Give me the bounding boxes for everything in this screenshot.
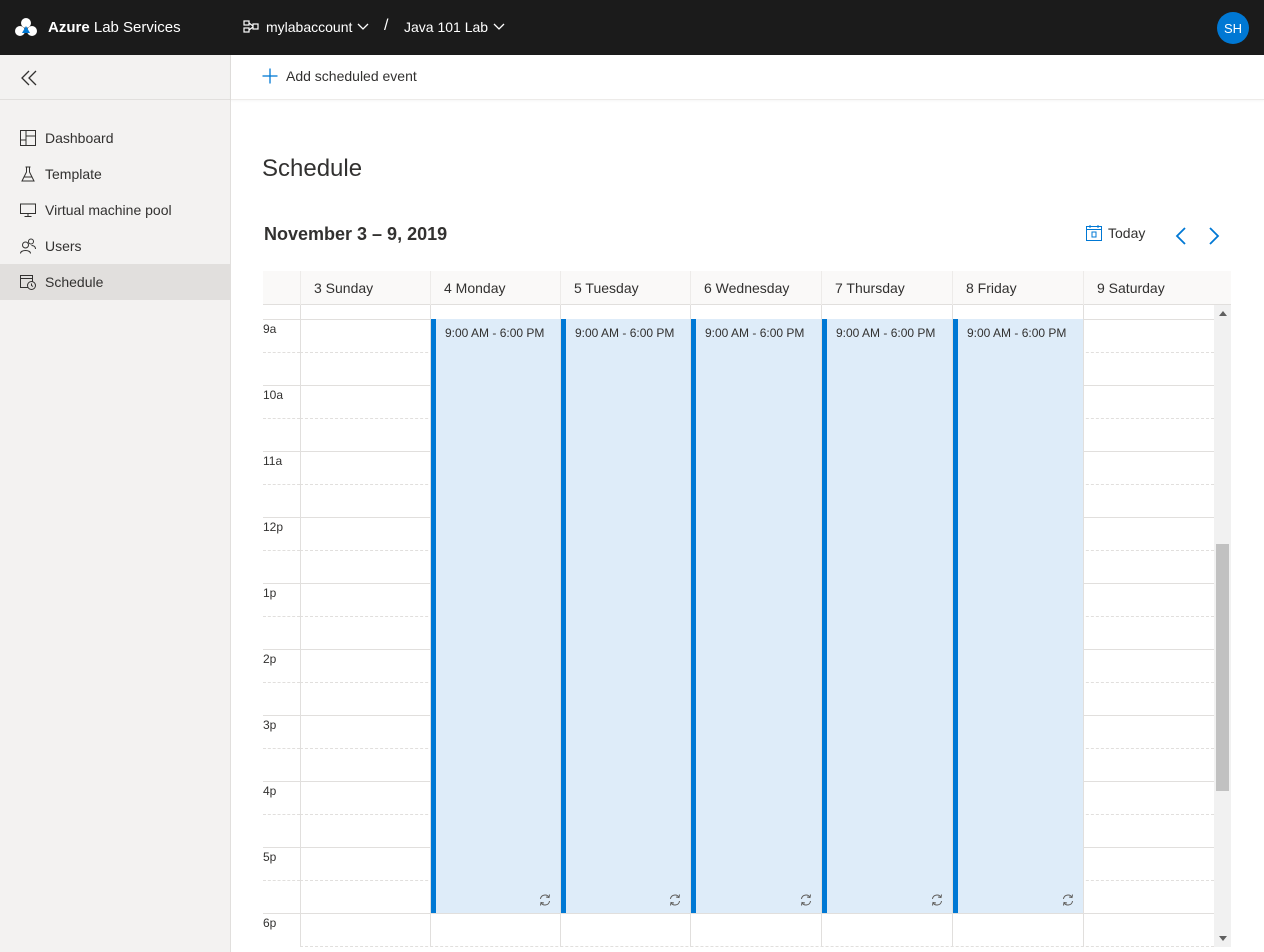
hour-label: 10a [263, 388, 284, 402]
today-button[interactable]: Today [1086, 225, 1145, 241]
event-time: 9:00 AM - 6:00 PM [836, 326, 936, 340]
users-icon [20, 238, 36, 254]
user-avatar[interactable]: SH [1217, 12, 1249, 44]
sidebar-item-dashboard[interactable]: Dashboard [0, 120, 231, 156]
calendar-grid[interactable]: 9a 10a 11a 12p 1p 2p 3p 4p 5p 6p 9:00 AM… [263, 305, 1231, 947]
half-hour-line [263, 418, 300, 419]
week-range: November 3 – 9, 2019 [264, 224, 448, 244]
day-header-thursday: 7 Thursday [821, 271, 952, 305]
command-bar: Add scheduled event [231, 55, 1264, 100]
event-friday[interactable]: 9:00 AM - 6:00 PM [953, 319, 1083, 913]
event-time: 9:00 AM - 6:00 PM [445, 326, 545, 340]
today-label: Today [1108, 225, 1146, 241]
event-monday[interactable]: 9:00 AM - 6:00 PM [431, 319, 560, 913]
half-hour-line [263, 748, 300, 749]
sidebar-item-schedule[interactable]: Schedule [0, 264, 231, 300]
column-line [300, 305, 301, 947]
hour-label: 9a [263, 322, 277, 336]
day-header-tuesday: 5 Tuesday [560, 271, 690, 305]
recurring-icon [801, 894, 811, 906]
half-hour-line [263, 880, 300, 881]
column-line [1083, 305, 1084, 947]
sidebar-item-label: Dashboard [45, 130, 114, 146]
event-wednesday[interactable]: 9:00 AM - 6:00 PM [691, 319, 821, 913]
sidebar-item-virtual-machine-pool[interactable]: Virtual machine pool [0, 192, 231, 228]
add-scheduled-event-label: Add scheduled event [286, 68, 417, 84]
lab-selector[interactable]: Java 101 Lab [404, 19, 505, 35]
hour-label: 5p [263, 850, 277, 864]
sidebar-item-label: Schedule [45, 274, 104, 290]
half-hour-line [263, 682, 300, 683]
half-hour-line [263, 550, 300, 551]
hour-label: 4p [263, 784, 277, 798]
hour-label: 12p [263, 520, 284, 534]
plus-icon [262, 68, 278, 84]
breadcrumb-separator: / [384, 17, 389, 34]
chevron-right-icon[interactable] [1205, 226, 1223, 246]
half-hour-line [300, 946, 1214, 947]
calendar-header: 3 Sunday 4 Monday 5 Tuesday 6 Wednesday … [263, 271, 1231, 305]
day-header-monday: 4 Monday [430, 271, 560, 305]
recurring-icon [540, 894, 550, 906]
calendar-scrollbar[interactable] [1214, 305, 1231, 947]
recurring-icon [1063, 894, 1073, 906]
hour-label: 11a [263, 454, 283, 468]
add-scheduled-event-button[interactable]: Add scheduled event [262, 68, 417, 84]
calendar-clock-icon [20, 275, 36, 290]
day-header-wednesday: 6 Wednesday [690, 271, 821, 305]
day-header-sunday: 3 Sunday [300, 271, 430, 305]
chevron-down-icon [493, 23, 505, 30]
sidebar-item-label: Users [45, 238, 82, 254]
event-time: 9:00 AM - 6:00 PM [967, 326, 1067, 340]
flask-icon [21, 166, 35, 182]
hour-label: 6p [263, 916, 277, 930]
recurring-icon [932, 894, 942, 906]
day-header-friday: 8 Friday [952, 271, 1083, 305]
day-header-saturday: 9 Saturday [1083, 271, 1231, 305]
recurring-icon [670, 894, 680, 906]
sidebar-divider [0, 99, 231, 100]
lab-account-name: mylabaccount [266, 19, 353, 35]
sidebar-item-template[interactable]: Template [0, 156, 231, 192]
scroll-up-arrow-icon[interactable] [1219, 311, 1227, 316]
half-hour-line [263, 484, 300, 485]
page-title: Schedule [262, 155, 363, 182]
event-thursday[interactable]: 9:00 AM - 6:00 PM [822, 319, 952, 913]
sidebar-item-users[interactable]: Users [0, 228, 231, 264]
half-hour-line [263, 814, 300, 815]
hour-line [263, 913, 1214, 914]
chevron-down-icon [357, 23, 369, 30]
hour-label: 2p [263, 652, 277, 666]
event-tuesday[interactable]: 9:00 AM - 6:00 PM [561, 319, 690, 913]
event-time: 9:00 AM - 6:00 PM [575, 326, 675, 340]
half-hour-line [263, 352, 300, 353]
scroll-down-arrow-icon[interactable] [1219, 936, 1227, 941]
event-time: 9:00 AM - 6:00 PM [705, 326, 805, 340]
sidebar-item-label: Virtual machine pool [45, 202, 172, 218]
lab-account-selector[interactable]: mylabaccount [243, 19, 369, 35]
chevron-left-icon[interactable] [1172, 226, 1190, 246]
double-chevron-left-icon[interactable] [19, 67, 41, 89]
top-bar: Azure Lab Services mylabaccount / Java 1… [0, 0, 1264, 55]
scrollbar-thumb[interactable] [1216, 544, 1229, 791]
half-hour-line [263, 616, 300, 617]
lab-name: Java 101 Lab [404, 19, 489, 35]
sidebar-item-label: Template [45, 166, 102, 182]
azure-lab-logo-icon [15, 18, 37, 36]
monitor-icon [20, 203, 36, 217]
dashboard-icon [20, 130, 36, 146]
hour-label: 1p [263, 586, 277, 600]
calendar-today-icon [1086, 225, 1102, 241]
app-title: Azure Lab Services [48, 18, 181, 36]
brand[interactable]: Azure Lab Services [15, 16, 181, 38]
sidebar: Dashboard Template Virtual machine pool … [0, 55, 231, 952]
hour-label: 3p [263, 718, 277, 732]
lab-account-icon [243, 20, 259, 33]
